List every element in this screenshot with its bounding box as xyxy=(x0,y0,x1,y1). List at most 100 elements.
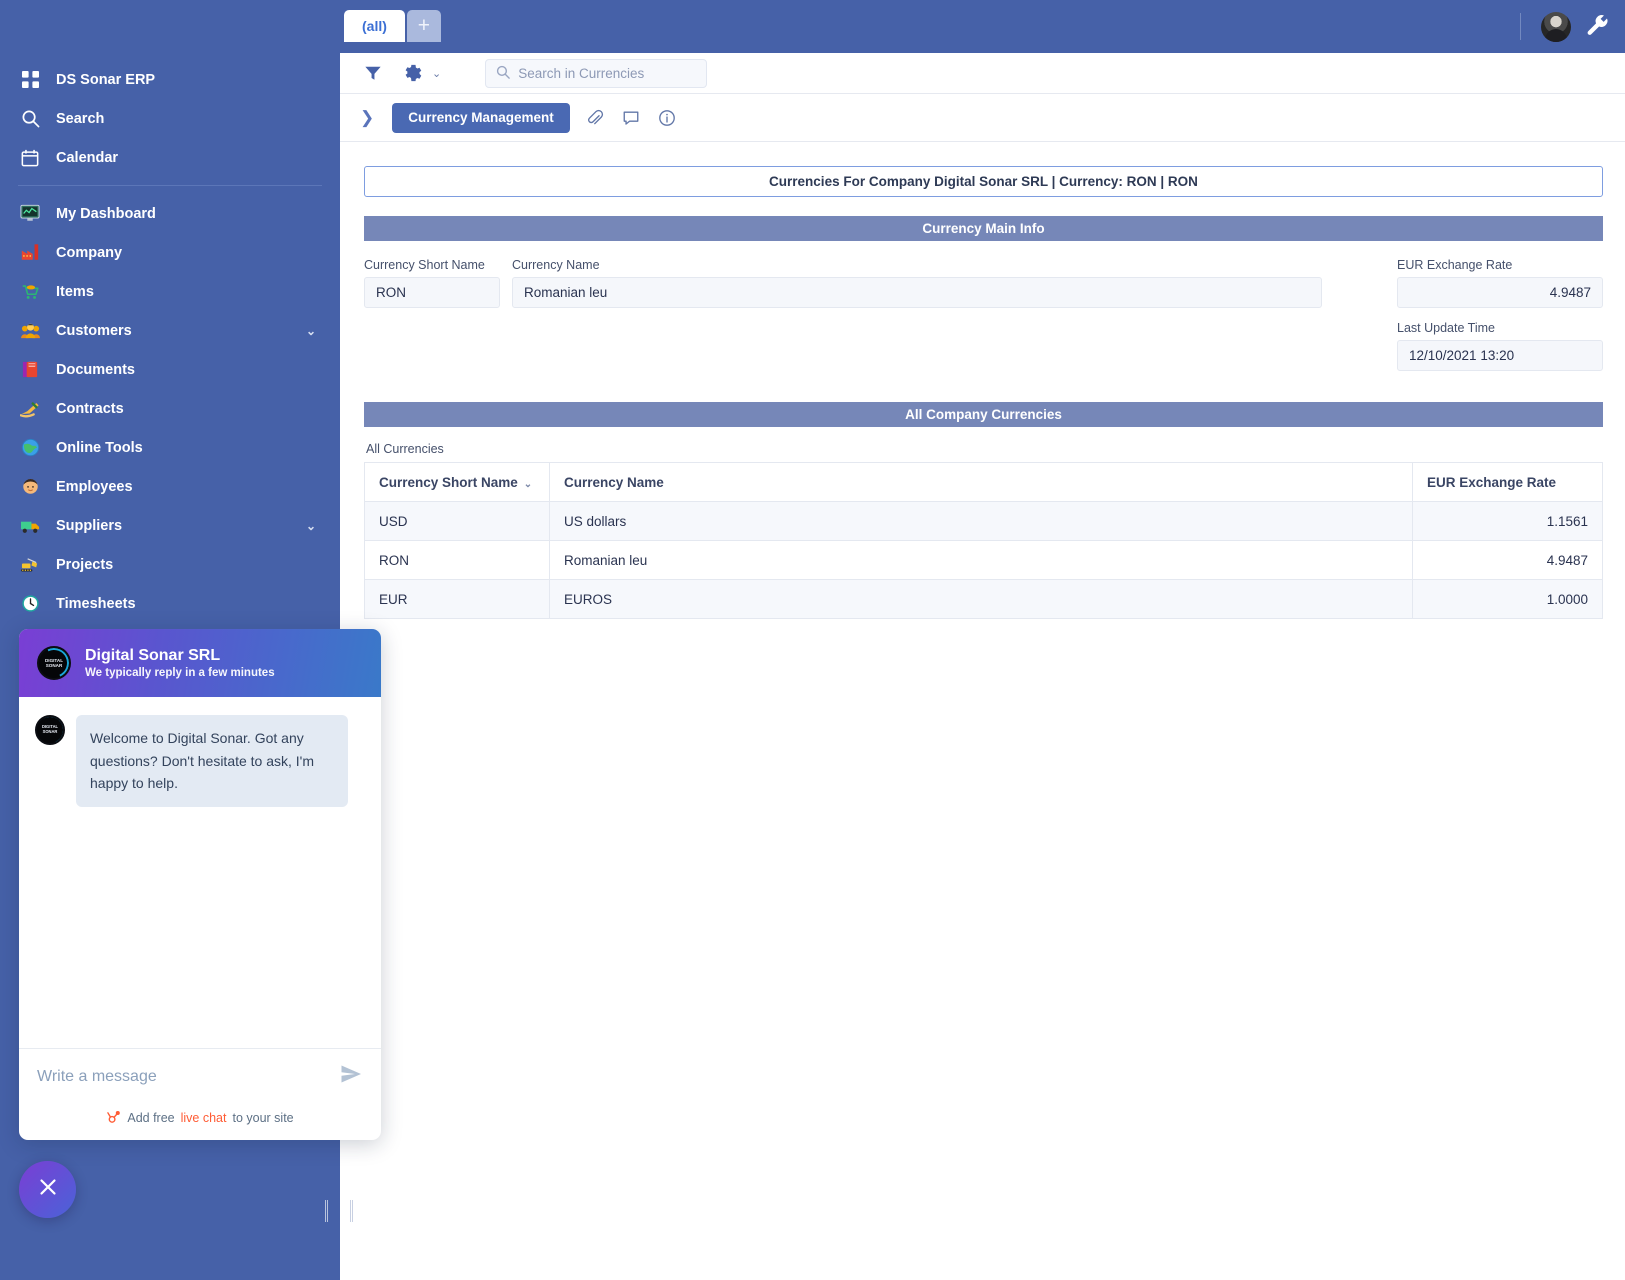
sidebar-item-employees[interactable]: Employees xyxy=(0,467,340,506)
sidebar-item-timesheets[interactable]: Timesheets xyxy=(0,584,340,623)
sidebar-item-search[interactable]: Search xyxy=(0,99,340,138)
sidebar-item-contracts[interactable]: Contracts xyxy=(0,389,340,428)
gear-icon[interactable] xyxy=(402,62,424,84)
content-toolbar: ⌄ Search in Currencies xyxy=(340,53,1625,94)
search-icon xyxy=(496,65,511,82)
add-tab-button[interactable]: + xyxy=(406,10,441,42)
sidebar-item-customers[interactable]: Customers ⌄ xyxy=(0,311,340,350)
search-icon xyxy=(18,107,42,131)
resize-handle-right[interactable] xyxy=(350,1200,353,1222)
sidebar-item-online-tools[interactable]: Online Tools xyxy=(0,428,340,467)
sidebar-item-suppliers[interactable]: Suppliers ⌄ xyxy=(0,506,340,545)
sidebar-item-label: Customers xyxy=(56,322,132,339)
calendar-icon xyxy=(18,146,42,170)
content-area: ⌄ Search in Currencies ❯ Currency Manage… xyxy=(340,53,1625,1280)
field-label: EUR Exchange Rate xyxy=(1397,258,1513,272)
table-row[interactable]: EUR EUROS 1.0000 xyxy=(364,579,1603,619)
top-bar: (all) + xyxy=(0,0,1625,53)
table-row[interactable]: RON Romanian leu 4.9487 xyxy=(364,540,1603,580)
chat-input-row[interactable]: Write a message xyxy=(19,1048,381,1104)
field-label: Last Update Time xyxy=(1397,321,1495,335)
chevron-down-icon[interactable]: ⌄ xyxy=(432,67,441,80)
column-header-label: Currency Short Name xyxy=(379,474,518,490)
sidebar-item-projects[interactable]: Projects xyxy=(0,545,340,584)
excavator-icon xyxy=(18,553,42,577)
last-update-time-input[interactable]: 12/10/2021 13:20 xyxy=(1397,340,1603,371)
sidebar-item-label: Suppliers xyxy=(56,517,123,534)
sidebar-item-label: Calendar xyxy=(56,149,119,166)
search-input[interactable]: Search in Currencies xyxy=(485,58,708,88)
chat-close-button[interactable] xyxy=(19,1161,76,1218)
cell-currency-name: EUROS xyxy=(549,579,1413,619)
chevron-down-icon[interactable]: ⌄ xyxy=(306,324,316,338)
section-header-currency-main-info: Currency Main Info xyxy=(364,216,1603,241)
chat-footer-suffix: to your site xyxy=(232,1111,294,1125)
logo-line-1: DIGITAL xyxy=(44,657,64,663)
column-header-currency-name[interactable]: Currency Name xyxy=(549,462,1413,502)
eur-exchange-rate-input[interactable]: 4.9487 xyxy=(1397,277,1603,308)
column-header-currency-short-name[interactable]: Currency Short Name ⌄ xyxy=(364,462,550,502)
hubspot-sprocket-icon xyxy=(106,1110,121,1127)
chat-message-list: DIGITAL SONAR Welcome to Digital Sonar. G… xyxy=(19,697,381,1048)
avatar[interactable] xyxy=(1541,11,1571,42)
truck-icon xyxy=(18,514,42,538)
cell-eur-rate: 4.9487 xyxy=(1412,540,1603,580)
column-header-eur-exchange-rate[interactable]: EUR Exchange Rate xyxy=(1412,462,1603,502)
sidebar-item-label: Search xyxy=(56,110,105,127)
field-label: Currency Short Name xyxy=(364,258,485,272)
chat-header: DIGITAL SONAR Digital Sonar SRL We typica… xyxy=(19,629,381,697)
field-eur-exchange-rate: EUR Exchange Rate 4.9487 xyxy=(1397,241,1603,308)
wrench-icon[interactable] xyxy=(1585,14,1611,40)
factory-icon xyxy=(18,241,42,265)
sidebar-item-calendar[interactable]: Calendar xyxy=(0,138,340,177)
info-icon[interactable] xyxy=(656,107,678,129)
tab-all[interactable]: (all) xyxy=(344,10,405,42)
grid-icon xyxy=(18,68,42,92)
drag-handles xyxy=(325,1200,353,1222)
chevron-down-icon[interactable]: ⌄ xyxy=(306,519,316,533)
company-logo-icon: DIGITAL SONAR xyxy=(37,646,71,680)
people-icon xyxy=(18,319,42,343)
agent-avatar-icon: DIGITAL SONAR xyxy=(35,715,65,745)
sidebar-item-my-dashboard[interactable]: My Dashboard xyxy=(0,194,340,233)
chat-footer-link[interactable]: live chat xyxy=(181,1111,227,1125)
table-row[interactable]: USD US dollars 1.1561 xyxy=(364,501,1603,541)
resize-handle-left[interactable] xyxy=(325,1200,328,1222)
field-currency-name: Currency Name Romanian leu xyxy=(512,241,1322,371)
sidebar-item-company[interactable]: Company xyxy=(0,233,340,272)
tab-currency-management[interactable]: Currency Management xyxy=(392,102,570,133)
currencies-table: Currency Short Name ⌄ Currency Name EUR E… xyxy=(364,462,1603,619)
sidebar-item-ds-sonar-erp[interactable]: DS Sonar ERP xyxy=(0,60,340,99)
breadcrumb: ❯ Currency Management xyxy=(340,94,1625,142)
chat-message-input[interactable]: Write a message xyxy=(37,1068,157,1086)
send-icon[interactable] xyxy=(339,1062,363,1091)
chat-company-name: Digital Sonar SRL xyxy=(85,646,221,664)
field-last-update-time: Last Update Time 12/10/2021 13:20 xyxy=(1397,321,1603,371)
sidebar-item-documents[interactable]: Documents xyxy=(0,350,340,389)
page-body: Currencies For Company Digital Sonar SRL… xyxy=(340,142,1625,619)
chat-footer-prefix: Add free xyxy=(127,1111,175,1125)
sidebar-item-label: Employees xyxy=(56,478,133,495)
close-icon xyxy=(36,1175,60,1204)
chat-footer[interactable]: Add free live chat to your site xyxy=(19,1104,381,1140)
chat-message-text: Welcome to Digital Sonar. Got any questi… xyxy=(76,715,348,808)
currency-short-name-input[interactable]: RON xyxy=(364,277,500,308)
sidebar-item-label: Online Tools xyxy=(56,439,143,456)
top-bar-right xyxy=(1520,0,1611,53)
person-icon xyxy=(18,475,42,499)
dashboard-icon xyxy=(18,202,42,226)
comment-icon[interactable] xyxy=(620,107,642,129)
page-title: Currencies For Company Digital Sonar SRL… xyxy=(364,166,1603,197)
sidebar-item-items[interactable]: Items xyxy=(0,272,340,311)
logo-line-2: SONAR xyxy=(45,663,63,668)
table-header-row: Currency Short Name ⌄ Currency Name EUR E… xyxy=(364,462,1603,502)
filter-icon[interactable] xyxy=(362,62,384,84)
field-currency-short-name: Currency Short Name RON xyxy=(364,241,500,371)
divider xyxy=(1520,13,1521,40)
paperclip-icon[interactable] xyxy=(584,107,606,129)
currency-name-input[interactable]: Romanian leu xyxy=(512,277,1322,308)
search-placeholder: Search in Currencies xyxy=(518,65,645,81)
chevron-right-icon[interactable]: ❯ xyxy=(356,108,378,128)
sort-caret-icon: ⌄ xyxy=(523,478,533,490)
cell-short-name: RON xyxy=(364,540,550,580)
